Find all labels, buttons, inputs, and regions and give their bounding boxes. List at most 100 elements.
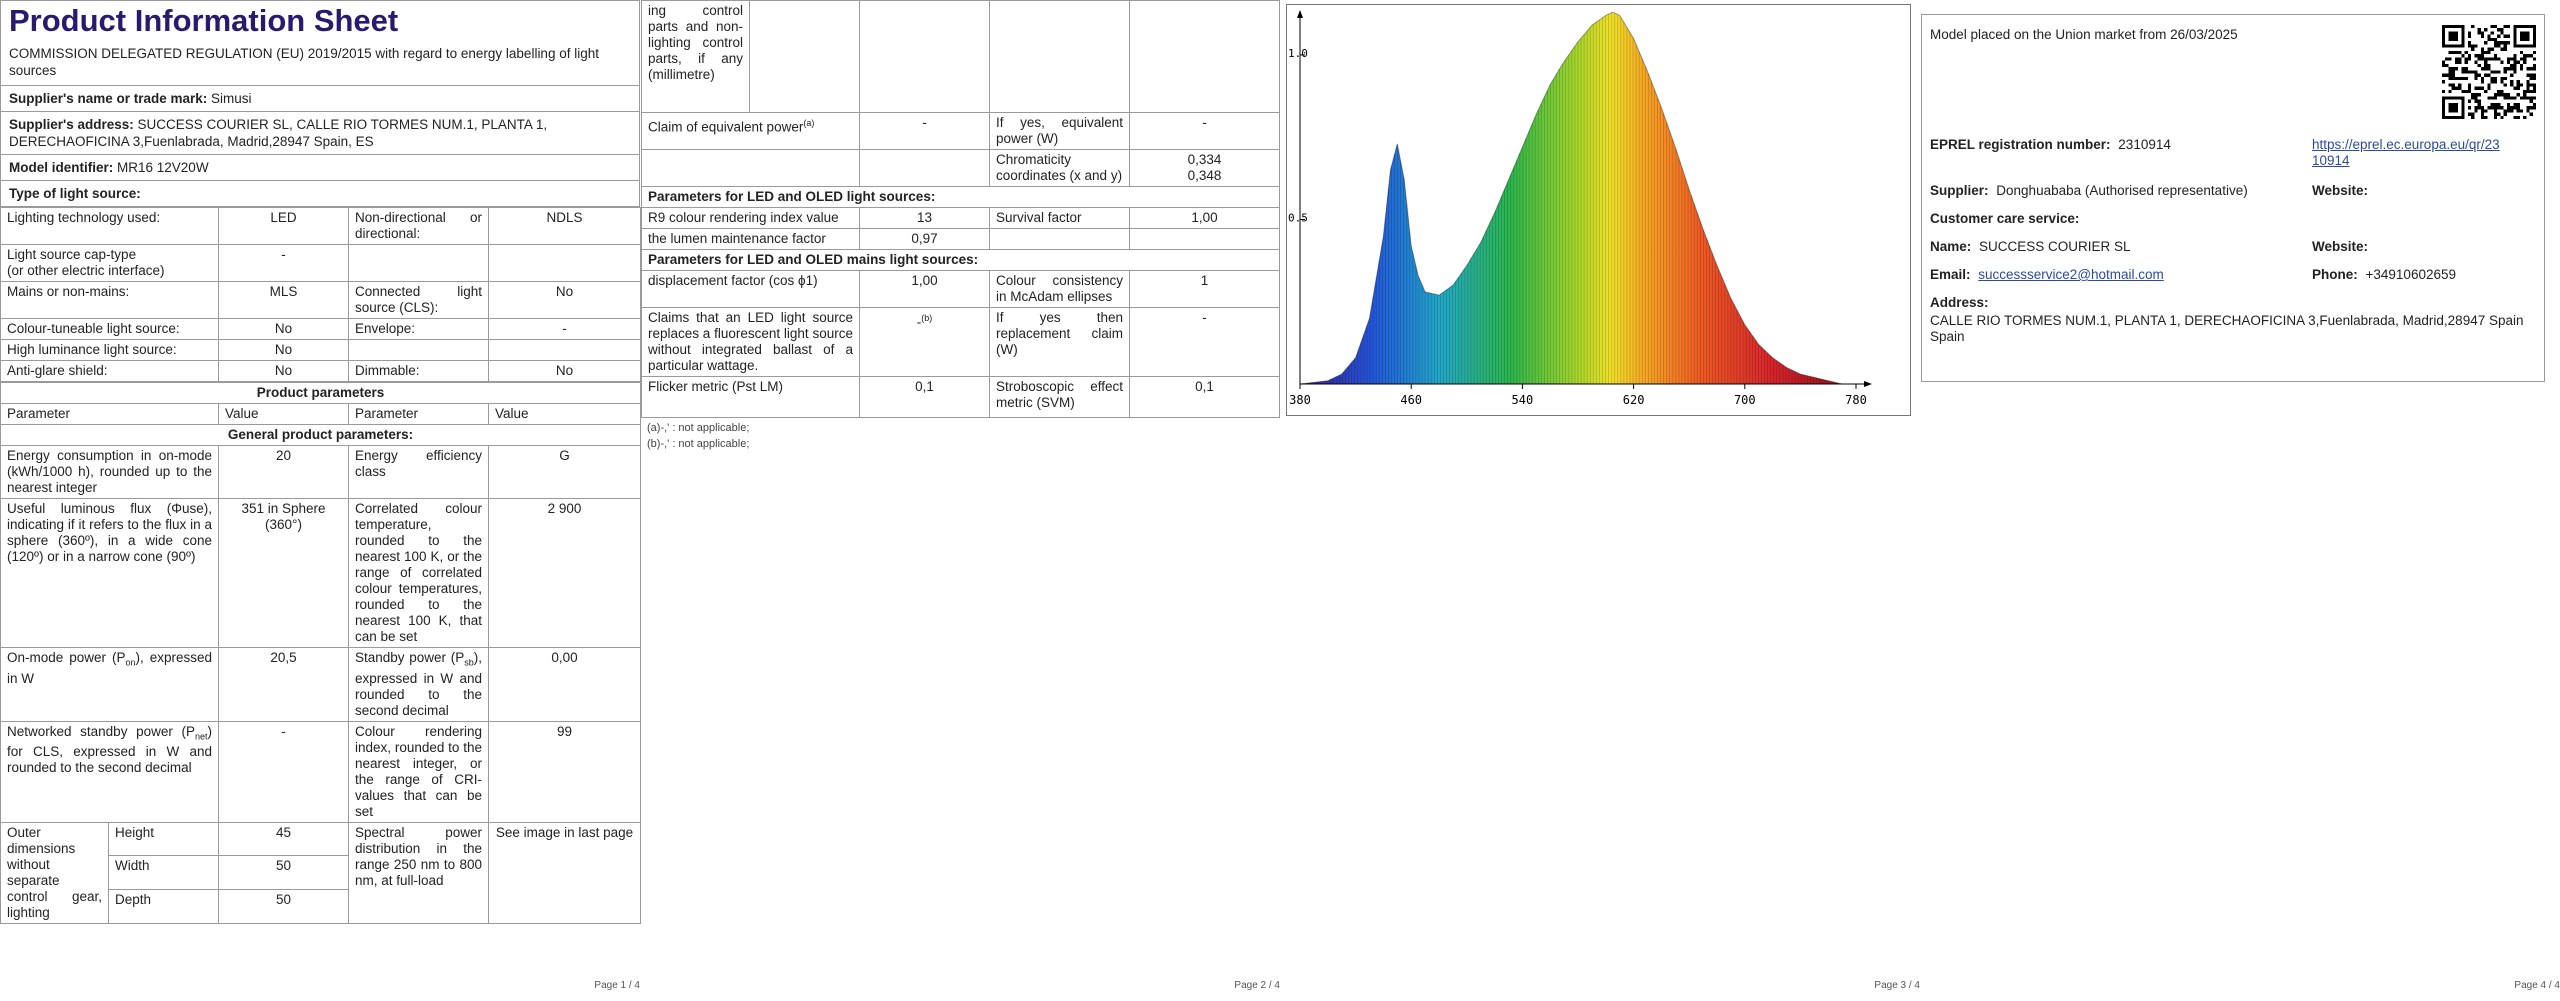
qr-module: [2532, 73, 2536, 77]
qr-module: [2493, 93, 2498, 97]
qr-module: [2467, 83, 2472, 87]
address-label: Supplier's address:: [9, 117, 134, 132]
eprel-link-line-2[interactable]: 10914: [2312, 153, 2542, 169]
qr-module: [2523, 54, 2527, 58]
spectrum-chart: 380 460 540 620 700 780 0.5 1.0: [1286, 4, 1911, 416]
model-row: Model identifier: MR16 12V20W: [0, 155, 640, 181]
table-row: R9 colour rendering index value 13 Survi…: [641, 207, 1280, 229]
qr-module: [2490, 102, 2494, 107]
qr-module: [2526, 109, 2530, 113]
qr-module: [2487, 67, 2491, 71]
qr-module: [2487, 50, 2491, 55]
qr-module: [2464, 67, 2468, 71]
cell-value: -(b): [859, 307, 990, 377]
page-3: 380 460 540 620 700 780 0.5 1.0 Page 3 / 4: [1281, 0, 1920, 1001]
qr-code-icon[interactable]: [2442, 25, 2536, 119]
qr-module: [2506, 67, 2511, 71]
qr-module: [2464, 89, 2468, 94]
qr-module: [2451, 73, 2455, 77]
qr-module: [2497, 70, 2501, 74]
qr-module: [2506, 96, 2511, 100]
qr-finder: [2448, 31, 2459, 42]
qr-module: [2529, 83, 2533, 87]
qr-module: [2448, 83, 2452, 87]
qr-module: [2532, 50, 2536, 55]
email-row: Email: successservice2@hotmail.com: [1930, 267, 2310, 283]
qr-module: [2510, 83, 2514, 87]
qr-module: [2461, 54, 2465, 58]
qr-module: [2519, 50, 2524, 55]
eprel-label: EPREL registration number:: [1930, 137, 2111, 152]
qr-module: [2480, 109, 2485, 113]
cell-value: 1,00: [859, 270, 990, 308]
cell-value: -: [218, 244, 349, 282]
cap-label: Light source cap-type: [7, 247, 137, 262]
x-tick-label: 460: [1400, 393, 1422, 407]
header-block: Product Information Sheet COMMISSION DEL…: [0, 0, 640, 86]
qr-module: [2529, 106, 2533, 110]
cell-label: Envelope:: [348, 318, 489, 340]
eprel-link-line-1[interactable]: https://eprel.ec.europa.eu/qr/23: [2312, 137, 2542, 153]
qr-module: [2526, 67, 2530, 71]
qr-module: [2467, 31, 2472, 35]
page-number: Page 1 / 4: [594, 980, 640, 991]
qr-module: [2497, 34, 2501, 38]
qr-module: [2503, 112, 2507, 116]
pon-text: On-mode power (P: [7, 650, 126, 665]
qr-module: [2532, 86, 2536, 90]
qr-module: [2477, 102, 2481, 107]
cell-label: Stroboscopic effect metric (SVM): [989, 376, 1130, 418]
qr-module: [2510, 63, 2514, 68]
eprel-link[interactable]: https://eprel.ec.europa.eu/qr/23 10914: [2312, 137, 2542, 169]
qr-module: [2474, 70, 2478, 74]
qr-module: [2480, 86, 2485, 90]
qr-module: [2487, 86, 2491, 90]
email-link[interactable]: successservice2@hotmail.com: [1978, 267, 2164, 282]
qr-module: [2532, 76, 2536, 81]
supplier-row: Supplier: Donghuababa (Authorised repres…: [1930, 183, 2310, 199]
qr-module: [2503, 93, 2507, 97]
cell-value: 0,1: [1129, 376, 1280, 418]
qr-module: [2519, 96, 2524, 100]
table-row: ing control parts and non-lighting contr…: [641, 0, 1280, 113]
cell-value: No: [218, 318, 349, 340]
qr-module: [2474, 109, 2478, 113]
qr-finder: [2461, 96, 2465, 119]
qr-module: [2477, 99, 2481, 103]
pon-sub: on: [125, 657, 136, 668]
qr-module: [2526, 106, 2530, 110]
type-heading: Type of light source:: [0, 181, 640, 207]
qr-module: [2493, 96, 2498, 100]
qr-finder: [2442, 96, 2465, 100]
cell-empty: [1129, 228, 1280, 250]
qr-module: [2442, 80, 2446, 84]
supplier-label: Supplier:: [1930, 183, 1989, 198]
qr-module: [2487, 106, 2491, 110]
supplier-label: Supplier's name or trade mark:: [9, 91, 208, 106]
cell-label: Width: [108, 855, 219, 890]
qr-module: [2480, 76, 2485, 81]
qr-module: [2461, 70, 2465, 74]
qr-module: [2484, 73, 2488, 77]
cell-value: NDLS: [488, 207, 641, 245]
table-row: Claim of equivalent power(a) - If yes, e…: [641, 112, 1280, 150]
cell-value: 0,97: [859, 228, 990, 250]
qr-module: [2506, 109, 2511, 113]
qr-module: [2500, 89, 2504, 94]
qr-module: [2487, 83, 2491, 87]
cell-value: G: [488, 445, 641, 499]
cell-empty: [989, 228, 1130, 250]
cell-value: No: [218, 360, 349, 382]
qr-module: [2516, 102, 2520, 107]
qr-module: [2516, 93, 2520, 97]
y-tick-label: 1.0: [1288, 47, 1308, 60]
qr-module: [2503, 67, 2507, 71]
cell-label: Dimmable:: [348, 360, 489, 382]
qr-module: [2484, 57, 2488, 61]
qr-module: [2529, 73, 2533, 77]
qr-module: [2506, 106, 2511, 110]
qr-module: [2448, 67, 2452, 71]
cell-value: 2 900: [488, 498, 641, 648]
qr-module: [2490, 96, 2494, 100]
qr-module: [2467, 106, 2472, 110]
